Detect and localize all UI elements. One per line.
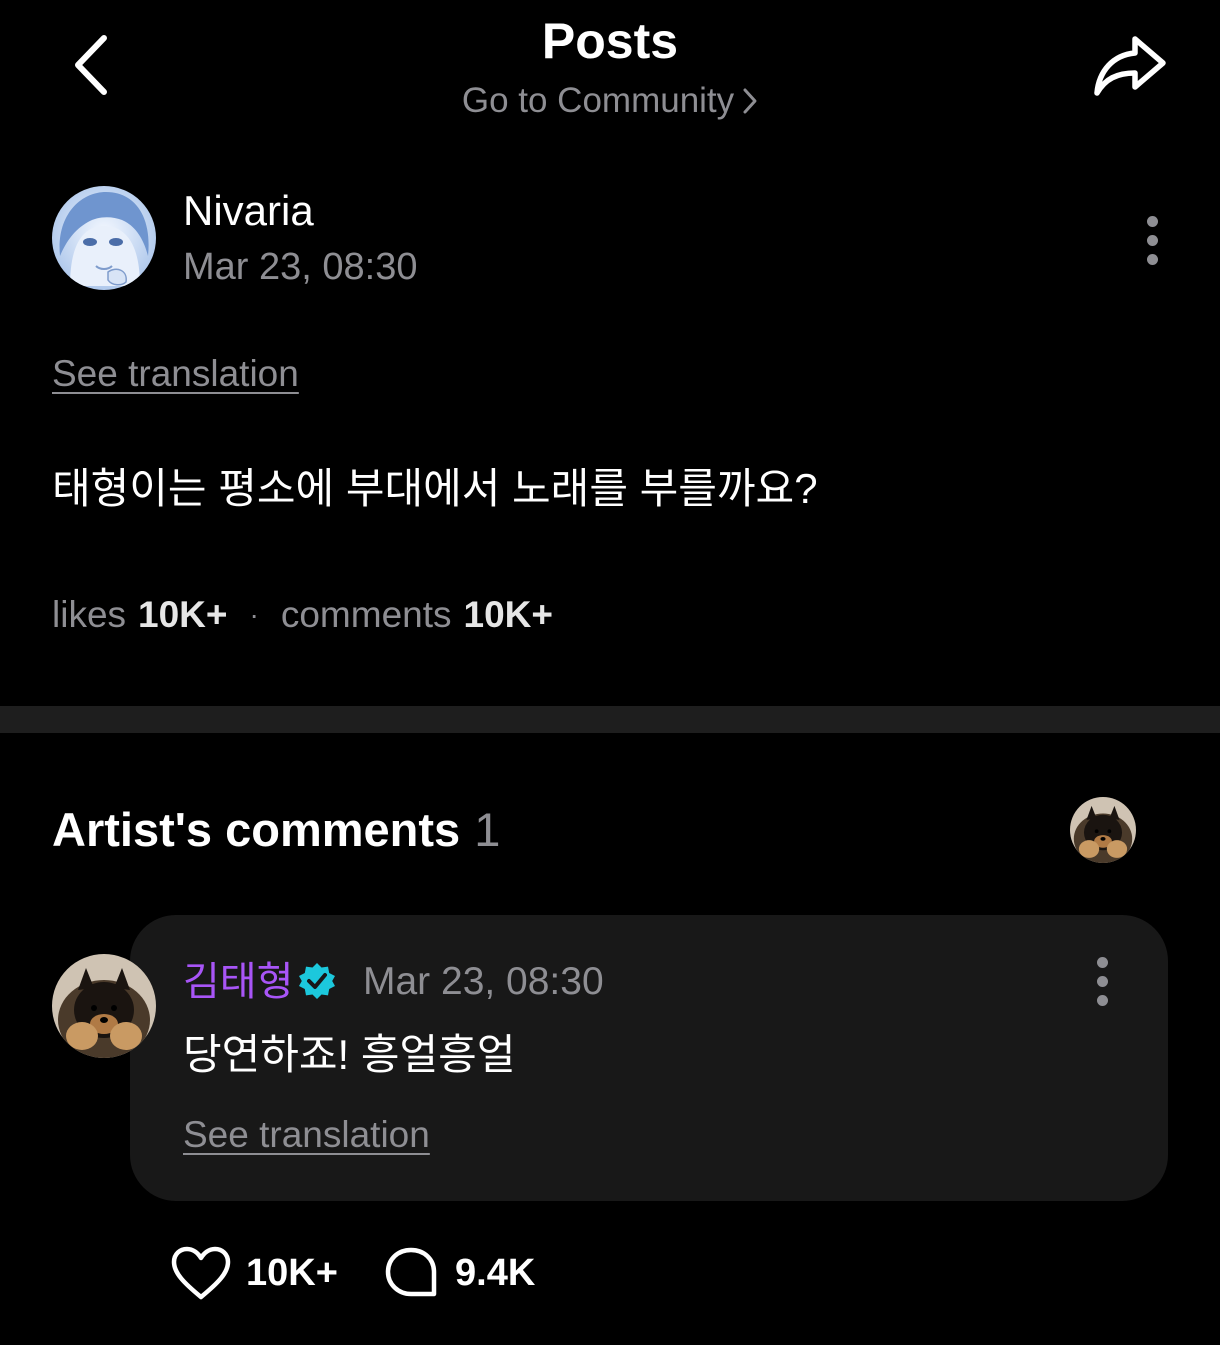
go-to-community-link[interactable]: Go to Community bbox=[0, 78, 1220, 124]
commenter-avatar[interactable] bbox=[52, 954, 156, 1058]
comments-count[interactable]: 10K+ bbox=[464, 590, 553, 640]
dog-avatar-image bbox=[1070, 797, 1136, 863]
more-vertical-icon bbox=[1096, 956, 1108, 968]
artist-avatar-small[interactable] bbox=[1070, 797, 1136, 863]
comment-more-button[interactable] bbox=[1082, 956, 1122, 1006]
comment-see-translation-link[interactable]: See translation bbox=[183, 1112, 430, 1158]
comment-date: Mar 23, 08:30 bbox=[363, 960, 604, 1003]
artist-comments-title: Artist's comments 1 bbox=[52, 800, 500, 860]
page-title: Posts bbox=[541, 13, 679, 69]
artist-comments-count: 1 bbox=[474, 803, 501, 856]
stats-separator: · bbox=[249, 599, 259, 630]
chevron-right-icon bbox=[743, 88, 757, 114]
author-name[interactable]: Nivaria bbox=[183, 186, 314, 236]
comment-body: 당연하죠! 흥얼흥얼 bbox=[183, 1031, 516, 1078]
likes-label: likes bbox=[52, 594, 127, 635]
comment-like-count: 10K+ bbox=[246, 1252, 338, 1294]
comment-reply-count: 9.4K bbox=[455, 1252, 536, 1294]
more-vertical-icon bbox=[1146, 215, 1158, 227]
heart-icon bbox=[171, 1246, 231, 1300]
author-avatar-image bbox=[52, 186, 156, 290]
post-stats: likes 10K+ · comments 10K+ bbox=[52, 590, 553, 640]
see-translation-link[interactable]: See translation bbox=[52, 351, 299, 397]
share-arrow-icon bbox=[1094, 36, 1166, 96]
commenter-name[interactable]: 김태형 bbox=[183, 956, 293, 1008]
artist-comments-label: Artist's comments bbox=[52, 803, 461, 856]
comments-label[interactable]: comments bbox=[281, 590, 452, 640]
post-body: 태형이는 평소에 부대에서 노래를 부를까요? bbox=[52, 465, 818, 512]
chat-bubble-icon bbox=[385, 1247, 437, 1297]
post-date: Mar 23, 08:30 bbox=[183, 246, 418, 288]
post-more-button[interactable] bbox=[1130, 208, 1174, 272]
dog-avatar-image bbox=[52, 954, 156, 1058]
comment-like-button[interactable]: 10K+ bbox=[170, 1243, 338, 1303]
share-button[interactable] bbox=[1086, 28, 1172, 104]
section-divider bbox=[0, 706, 1220, 733]
author-avatar[interactable] bbox=[52, 186, 156, 290]
likes-count: 10K+ bbox=[138, 594, 228, 635]
comment-reply-button[interactable]: 9.4K bbox=[383, 1243, 535, 1303]
verified-badge-icon bbox=[298, 962, 336, 1000]
community-link-label: Go to Community bbox=[461, 81, 735, 120]
